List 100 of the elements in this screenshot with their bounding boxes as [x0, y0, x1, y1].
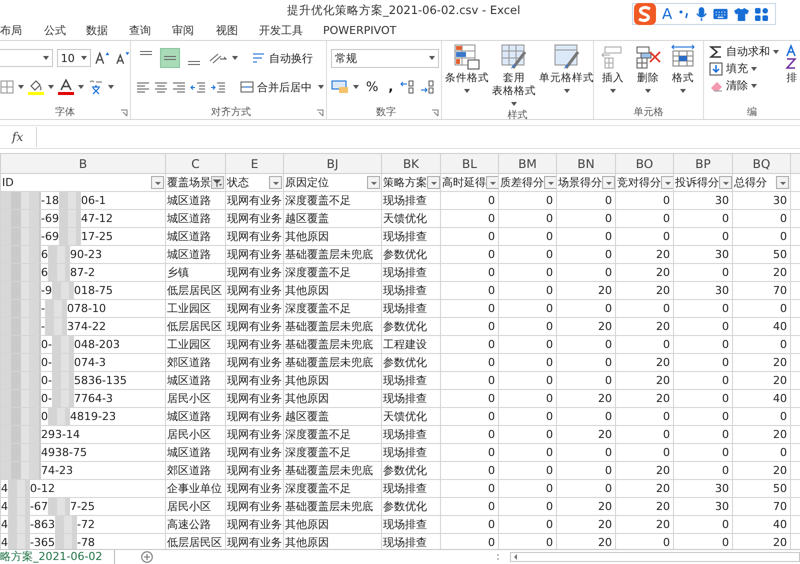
- filter-dropdown-button[interactable]: [269, 176, 282, 189]
- table-cell: 0: [605, 410, 612, 423]
- editing-button[interactable]: 自动求和: [707, 44, 781, 59]
- cells-button[interactable]: 删除: [632, 44, 664, 105]
- phonetic-guide-icon[interactable]: [88, 79, 104, 95]
- align-right-icon[interactable]: [172, 81, 186, 93]
- column-letter[interactable]: BK: [382, 154, 440, 174]
- dropdown-caret-icon[interactable]: [751, 84, 757, 88]
- apps-icon[interactable]: [755, 8, 768, 20]
- filter-dropdown-button[interactable]: [602, 176, 614, 189]
- filter-dropdown-button[interactable]: [544, 176, 556, 189]
- shirt-icon[interactable]: [734, 8, 750, 20]
- column-letter[interactable]: BO: [616, 154, 674, 174]
- dropdown-caret-icon[interactable]: [232, 56, 238, 60]
- splitter-handle-icon[interactable]: [496, 552, 500, 562]
- decrease-decimal-icon[interactable]: [420, 80, 436, 94]
- filter-dropdown-button[interactable]: [719, 176, 732, 189]
- merge-center-button[interactable]: 合并后居中: [238, 80, 314, 94]
- filter-dropdown-button[interactable]: [151, 176, 164, 189]
- dropdown-caret-icon[interactable]: [773, 50, 779, 54]
- grow-font-icon[interactable]: [95, 51, 111, 65]
- menu-tab[interactable]: 视图: [216, 22, 259, 38]
- menu-tab[interactable]: 开发工具: [259, 22, 323, 38]
- style-button[interactable]: 单元格样式: [539, 44, 594, 108]
- dropdown-caret-icon[interactable]: [680, 89, 686, 93]
- increase-decimal-icon[interactable]: [400, 80, 416, 94]
- menu-tab[interactable]: 布局: [0, 22, 44, 38]
- decrease-indent-icon[interactable]: [190, 81, 206, 93]
- sort-button[interactable]: 排: [785, 44, 799, 105]
- sheet-tab[interactable]: 略方案_2021-06-02: [0, 550, 116, 564]
- filter-active-button[interactable]: [211, 176, 224, 189]
- menu-tab[interactable]: 数据: [86, 22, 129, 38]
- dropdown-caret-icon[interactable]: [353, 85, 359, 89]
- increase-indent-icon[interactable]: [210, 81, 226, 93]
- fill-color-icon[interactable]: [28, 79, 44, 95]
- punctuation-icon[interactable]: [678, 8, 690, 20]
- style-button[interactable]: 套用 表格格式: [492, 44, 536, 108]
- microphone-icon[interactable]: [696, 6, 708, 22]
- shrink-font-icon[interactable]: [114, 51, 130, 65]
- keyboard-icon[interactable]: [713, 8, 728, 20]
- percent-button[interactable]: %: [363, 80, 382, 94]
- filter-dropdown-button[interactable]: [427, 176, 440, 189]
- align-lines-icon: [164, 56, 176, 60]
- number-format-dropdown[interactable]: 常规: [331, 48, 439, 68]
- vertical-align-button[interactable]: [160, 48, 180, 68]
- dropdown-caret-icon[interactable]: [18, 85, 24, 89]
- filter-dropdown-button[interactable]: [661, 176, 672, 189]
- menu-tab[interactable]: 审阅: [172, 22, 216, 38]
- ime-mode[interactable]: A: [662, 5, 672, 23]
- dropdown-caret-icon[interactable]: [610, 89, 616, 93]
- column-letter[interactable]: BQ: [732, 154, 790, 174]
- filter-dropdown-button[interactable]: [486, 176, 498, 189]
- filter-dropdown-button[interactable]: [367, 176, 380, 189]
- dropdown-caret-icon[interactable]: [464, 89, 470, 93]
- id-fragment: 7-25: [70, 500, 95, 513]
- cells-button[interactable]: 格式: [667, 44, 699, 105]
- column-letter[interactable]: BL: [440, 154, 498, 174]
- dropdown-caret-icon[interactable]: [48, 85, 54, 89]
- menu-tab[interactable]: POWERPIVOT: [323, 24, 396, 36]
- dropdown-caret-icon[interactable]: [564, 89, 570, 93]
- editing-button[interactable]: 清除: [707, 78, 781, 93]
- currency-icon[interactable]: [331, 80, 349, 94]
- dropdown-caret-icon[interactable]: [429, 56, 435, 60]
- column-letter[interactable]: BJ: [284, 154, 382, 174]
- menu-tab[interactable]: 公式: [44, 22, 86, 38]
- dropdown-caret-icon[interactable]: [318, 85, 324, 89]
- editing-button[interactable]: 填充: [707, 61, 781, 76]
- filter-dropdown-button[interactable]: [776, 176, 789, 189]
- column-letter[interactable]: BM: [498, 154, 556, 174]
- dropdown-caret-icon[interactable]: [511, 102, 517, 106]
- dropdown-caret-icon[interactable]: [81, 56, 88, 60]
- dialog-launcher-icon[interactable]: [120, 109, 128, 117]
- menu-tab[interactable]: 查询: [129, 22, 172, 38]
- add-sheet-icon[interactable]: [141, 551, 154, 563]
- dropdown-caret-icon[interactable]: [78, 85, 84, 89]
- dropdown-caret-icon[interactable]: [42, 56, 49, 60]
- cells-button[interactable]: 插入: [597, 44, 629, 105]
- font-color-icon[interactable]: [58, 79, 74, 95]
- dropdown-caret-icon[interactable]: [645, 89, 651, 93]
- column-letter[interactable]: C: [166, 154, 226, 174]
- column-letter[interactable]: BP: [674, 154, 732, 174]
- table-cell: 城区道路: [167, 230, 211, 243]
- orientation-icon[interactable]: [208, 51, 228, 65]
- column-letter[interactable]: B: [0, 154, 166, 174]
- dialog-launcher-icon[interactable]: [316, 109, 324, 117]
- align-left-icon[interactable]: [136, 81, 150, 93]
- comma-style-button[interactable]: ,: [385, 80, 396, 94]
- style-button[interactable]: 条件格式: [445, 44, 489, 108]
- insert-function-button[interactable]: fx: [12, 130, 24, 144]
- dialog-launcher-icon[interactable]: [431, 109, 439, 117]
- grid-brush-icon: [501, 44, 527, 70]
- wrap-text-button[interactable]: 自动换行: [250, 50, 315, 66]
- font-size-dropdown[interactable]: 10: [56, 49, 92, 67]
- column-letter[interactable]: BN: [556, 154, 616, 174]
- align-center-icon[interactable]: [154, 81, 168, 93]
- horizontal-scrollbar[interactable]: [510, 552, 800, 562]
- dropdown-caret-icon[interactable]: [108, 85, 114, 89]
- ime-logo-icon[interactable]: [634, 3, 656, 25]
- dropdown-caret-icon[interactable]: [751, 66, 757, 70]
- column-letter[interactable]: E: [226, 154, 284, 174]
